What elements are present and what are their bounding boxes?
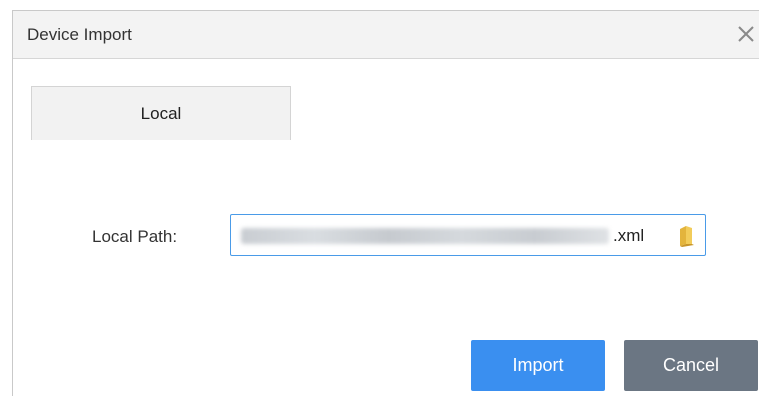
device-import-dialog: Device Import Local Local Path: .xml Imp… — [12, 10, 759, 396]
tab-local[interactable]: Local — [31, 86, 291, 140]
tab-local-label: Local — [140, 104, 182, 123]
dialog-title: Device Import — [27, 25, 132, 44]
close-icon[interactable] — [733, 19, 759, 49]
local-path-label: Local Path: — [92, 227, 178, 246]
local-path-extension: .xml — [613, 226, 645, 245]
import-button[interactable]: Import — [471, 340, 605, 391]
local-path-input[interactable]: .xml — [230, 214, 706, 256]
folder-icon[interactable] — [677, 225, 697, 247]
dialog-titlebar: Device Import — [13, 11, 759, 59]
cancel-button[interactable]: Cancel — [624, 340, 758, 391]
obscured-path-text — [241, 228, 609, 244]
